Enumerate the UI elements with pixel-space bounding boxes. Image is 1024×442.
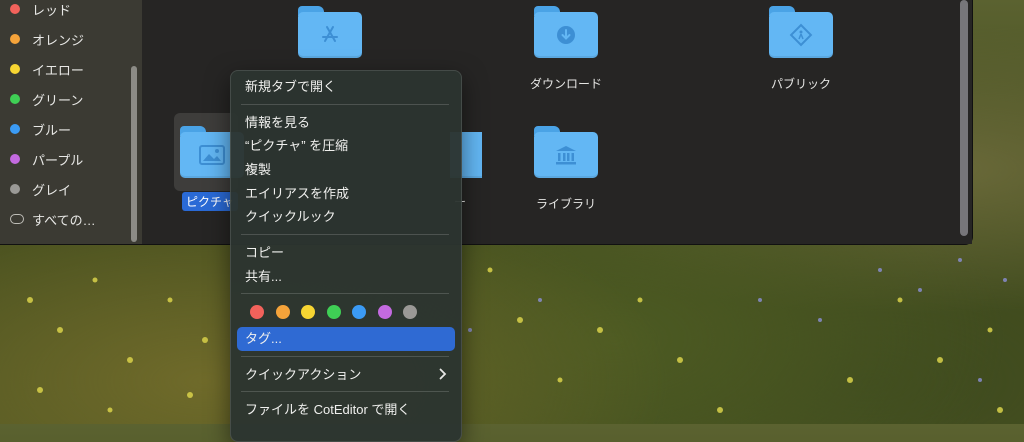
tag-color-red[interactable]: [250, 305, 264, 319]
tag-color-gray[interactable]: [403, 305, 417, 319]
menu-separator: [241, 356, 449, 357]
green-tag-icon: [10, 94, 20, 104]
menu-separator: [241, 293, 449, 294]
sidebar-tag-orange[interactable]: オレンジ: [10, 28, 84, 50]
menu-separator: [241, 234, 449, 235]
menu-get-info[interactable]: 情報を見る: [245, 113, 310, 133]
orange-tag-icon: [10, 34, 20, 44]
tag-color-green[interactable]: [327, 305, 341, 319]
sidebar: レッド オレンジ イエロー グリーン ブルー パープル グレイ すべての…: [0, 0, 142, 244]
folder-public-label: パブリック: [770, 77, 831, 91]
sidebar-tag-label: グレイ: [32, 182, 72, 198]
menu-tags[interactable]: タグ...: [245, 329, 282, 349]
library-icon: [534, 132, 598, 178]
sidebar-tag-label: イエロー: [32, 62, 84, 78]
menu-compress[interactable]: “ピクチャ” を圧縮: [245, 136, 348, 156]
folder-applications[interactable]: [298, 6, 362, 58]
menu-open-with-coteditor[interactable]: ファイルを CotEditor で開く: [245, 400, 410, 420]
tag-color-purple[interactable]: [378, 305, 392, 319]
sidebar-tag-label: ブルー: [32, 122, 72, 138]
menu-share[interactable]: 共有...: [245, 267, 282, 287]
window-scrollbar[interactable]: [960, 0, 968, 236]
menu-quick-look[interactable]: クイックルック: [245, 207, 336, 227]
menu-make-alias[interactable]: エイリアスを作成: [245, 184, 349, 204]
red-tag-icon: [10, 4, 20, 14]
purple-tag-icon: [10, 154, 20, 164]
tag-color-orange[interactable]: [276, 305, 290, 319]
folder-downloads[interactable]: [534, 6, 598, 58]
sidebar-all-tags[interactable]: すべての…: [10, 208, 96, 230]
sidebar-tag-green[interactable]: グリーン: [10, 88, 83, 110]
menu-separator: [241, 104, 449, 105]
menu-quick-actions[interactable]: クイックアクション: [245, 365, 361, 385]
tag-color-yellow[interactable]: [301, 305, 315, 319]
sidebar-all-tags-label: すべての…: [32, 212, 96, 228]
folder-public[interactable]: [769, 6, 833, 58]
blue-tag-icon: [10, 124, 20, 134]
sidebar-tag-gray[interactable]: グレイ: [10, 178, 71, 200]
sidebar-tag-label: オレンジ: [32, 32, 85, 48]
sidebar-tag-red[interactable]: レッド: [10, 0, 71, 20]
tag-color-blue[interactable]: [352, 305, 366, 319]
finder-window: レッド オレンジ イエロー グリーン ブルー パープル グレイ すべての… ダウ…: [0, 0, 973, 245]
sidebar-tag-blue[interactable]: ブルー: [10, 118, 71, 140]
menu-open-new-tab[interactable]: 新規タブで開く: [245, 77, 336, 97]
all-tags-icon: [10, 214, 24, 224]
folder-downloads-label: ダウンロード: [529, 77, 602, 91]
folder-library-label: ライブラリ: [535, 197, 596, 211]
sidebar-scrollbar[interactable]: [131, 66, 137, 242]
menu-copy[interactable]: コピー: [245, 243, 284, 263]
sidebar-tag-label: パープル: [32, 152, 84, 168]
applications-icon: [298, 12, 362, 58]
sidebar-tag-label: グリーン: [32, 92, 84, 108]
menu-duplicate[interactable]: 複製: [245, 160, 271, 180]
sidebar-tag-label: レッド: [32, 2, 72, 18]
sidebar-tag-yellow[interactable]: イエロー: [10, 58, 84, 80]
public-icon: [769, 12, 833, 58]
sidebar-tag-purple[interactable]: パープル: [10, 148, 83, 170]
gray-tag-icon: [10, 184, 20, 194]
download-icon: [534, 12, 598, 58]
menu-separator: [241, 391, 449, 392]
chevron-right-icon: [439, 367, 447, 383]
folder-library[interactable]: [534, 126, 598, 178]
context-menu: 新規タブで開く 情報を見る “ピクチャ” を圧縮 複製 エイリアスを作成 クイッ…: [230, 70, 462, 442]
yellow-tag-icon: [10, 64, 20, 74]
